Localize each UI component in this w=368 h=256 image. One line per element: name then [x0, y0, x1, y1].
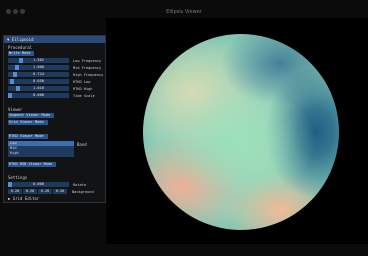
rotate-slider[interactable]: 0.000: [8, 182, 69, 187]
background-a-field[interactable]: 0.20: [53, 189, 67, 194]
slider-label: RTKD High: [73, 86, 93, 91]
background-g-field[interactable]: 0.20: [23, 189, 37, 194]
panel-header[interactable]: ▼ Ellipsoid: [4, 36, 105, 43]
low-frequency-slider[interactable]: 1.562: [8, 58, 69, 63]
rtkd-low-slider[interactable]: 0.050: [8, 79, 69, 84]
section-settings: Settings: [8, 175, 28, 180]
slider-row-time-scale: 0.000 Time Scale: [8, 93, 95, 98]
slider-value: 1.562: [33, 58, 44, 62]
slider-label: Mid Frequency: [73, 65, 102, 70]
band-label: Band: [77, 142, 87, 147]
slider-row-mid-frequency: 1.000 Mid Frequency: [8, 65, 101, 70]
slider-label: Low Frequency: [73, 58, 102, 63]
slider-row-rtkd-high: 1.010 RTKD High: [8, 86, 92, 91]
background-label: Background: [72, 189, 94, 194]
grid-editor-toggle[interactable]: ▶ Grid Editor: [8, 196, 39, 201]
background-row: 0.20 0.20 0.20 0.20 Background: [8, 189, 94, 194]
slider-value: 0.000: [33, 182, 44, 186]
grid-viewer-mode-button[interactable]: Grid Viewer Mode: [8, 120, 48, 125]
control-panel: ▼ Ellipsoid Procedural Write Mode 1.562 …: [3, 35, 106, 203]
rtkd-rgb-viewer-mode-button[interactable]: RTKD RGB Viewer Mode: [8, 162, 56, 167]
bottom-bar: [0, 244, 368, 256]
mid-frequency-slider[interactable]: 1.000: [8, 65, 69, 70]
rtkd-high-slider[interactable]: 1.010: [8, 86, 69, 91]
background-r-field[interactable]: 0.20: [8, 189, 22, 194]
slider-label: High Frequency: [73, 72, 104, 77]
slider-value: 1.010: [33, 86, 44, 90]
slider-row-rtkd-low: 0.050 RTKD Low: [8, 79, 90, 84]
slider-label: Rotate: [73, 182, 86, 187]
high-frequency-slider[interactable]: 0.724: [8, 72, 69, 77]
slider-row-low-frequency: 1.562 Low Frequency: [8, 58, 101, 63]
slider-value: 0.724: [33, 72, 44, 76]
slider-value: 0.050: [33, 79, 44, 83]
band-listbox[interactable]: Low Mid High: [8, 141, 74, 157]
slider-label: RTKD Low: [73, 79, 91, 84]
slider-row-high-frequency: 0.724 High Frequency: [8, 72, 103, 77]
rtkd-viewer-mode-button[interactable]: RTKD Viewer Mode: [8, 134, 48, 139]
segment-viewer-mode-button[interactable]: Segment Viewer Mode: [8, 113, 54, 118]
slider-row-rotate: 0.000 Rotate: [8, 182, 86, 187]
window-title: Ellipsis Viewer: [166, 9, 202, 15]
section-procedural: Procedural: [8, 45, 33, 50]
band-option-high[interactable]: High: [8, 151, 74, 156]
slider-value: 0.000: [33, 93, 44, 97]
time-scale-slider[interactable]: 0.000: [8, 93, 69, 98]
ellipsoid-render[interactable]: [143, 34, 339, 230]
slider-label: Time Scale: [73, 93, 95, 98]
slider-value: 1.000: [33, 65, 44, 69]
background-b-field[interactable]: 0.20: [38, 189, 52, 194]
section-viewer: Viewer: [8, 107, 23, 112]
write-mode-button[interactable]: Write Mode: [8, 51, 34, 56]
